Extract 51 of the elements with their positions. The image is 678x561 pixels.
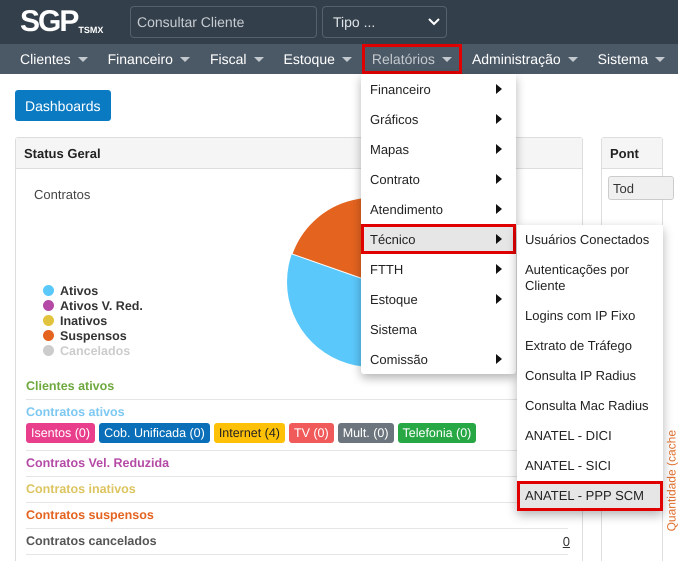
menu-item[interactable]: Técnico: [361, 224, 516, 254]
submenu-item[interactable]: ANATEL - DICI: [517, 421, 663, 451]
menu-item[interactable]: Comissão: [361, 344, 516, 374]
submenu-item[interactable]: Usuários Conectados: [517, 225, 663, 255]
status-row-title[interactable]: Contratos cancelados: [26, 534, 157, 548]
menu-item[interactable]: Gráficos: [361, 104, 516, 134]
caret-icon: [442, 56, 452, 62]
contract-badge[interactable]: Cob. Unificada (0): [99, 423, 210, 443]
submenu-item[interactable]: Consulta Mac Radius: [517, 391, 663, 421]
status-count-link[interactable]: 0: [562, 534, 570, 548]
submenu-item[interactable]: ANATEL - SICI: [517, 451, 663, 481]
menu-item[interactable]: FTTH: [361, 254, 516, 284]
nav-menu-item[interactable]: Estoque: [274, 44, 362, 74]
caret-icon: [180, 56, 190, 62]
contract-badge[interactable]: Isentos (0): [26, 423, 96, 443]
nav-menu-item[interactable]: Clientes: [10, 44, 98, 74]
submenu-item[interactable]: Logins com IP Fixo: [517, 301, 663, 331]
filter-select[interactable]: Tod: [608, 176, 674, 200]
search-field[interactable]: Consultar Cliente: [130, 6, 317, 38]
nav-menu-item[interactable]: Financeiro: [98, 44, 200, 74]
nav-menu-item[interactable]: Fiscal: [200, 44, 274, 74]
status-row-title[interactable]: Contratos Vel. Reduzida: [26, 456, 170, 470]
submenu-item[interactable]: Extrato de Tráfego: [517, 331, 663, 361]
chart-title: Contratos: [34, 187, 90, 202]
legend-label[interactable]: Ativos: [60, 284, 98, 298]
submenu-item[interactable]: ANATEL - PPP SCM: [517, 481, 663, 511]
menu-item[interactable]: Sistema: [361, 314, 516, 344]
caret-icon: [78, 56, 88, 62]
submenu-item[interactable]: Autenticações por Cliente: [517, 255, 663, 301]
caret-icon: [568, 56, 578, 62]
type-select[interactable]: Tipo ...: [322, 6, 447, 38]
chevron-down-icon: [428, 18, 440, 26]
legend-label[interactable]: Inativos: [60, 314, 108, 328]
menu-item[interactable]: Atendimento: [361, 194, 516, 224]
contract-badge[interactable]: Internet (4): [214, 423, 285, 443]
dashboards-button[interactable]: Dashboards: [15, 90, 110, 121]
caret-icon: [254, 56, 264, 62]
nav-menu-item[interactable]: Administração: [462, 44, 588, 74]
contract-badge[interactable]: Mult. (0): [338, 423, 394, 443]
nav-menu-item[interactable]: Relatórios: [362, 44, 462, 74]
menu-item[interactable]: Financeiro: [361, 74, 516, 104]
nav-menu-item[interactable]: Sistema: [588, 44, 676, 74]
panel-title: Pont: [602, 138, 662, 169]
legend-label[interactable]: Suspensos: [60, 328, 127, 342]
submenu-item[interactable]: Consulta IP Radius: [517, 361, 663, 391]
legend-label[interactable]: Ativos V. Red.: [60, 298, 143, 312]
menu-item[interactable]: Estoque: [361, 284, 516, 314]
logo[interactable]: SGPTSMX: [20, 7, 125, 37]
caret-icon: [655, 56, 666, 62]
caret-icon: [342, 56, 352, 62]
axis-label: Quantidade (cache: [664, 430, 678, 532]
